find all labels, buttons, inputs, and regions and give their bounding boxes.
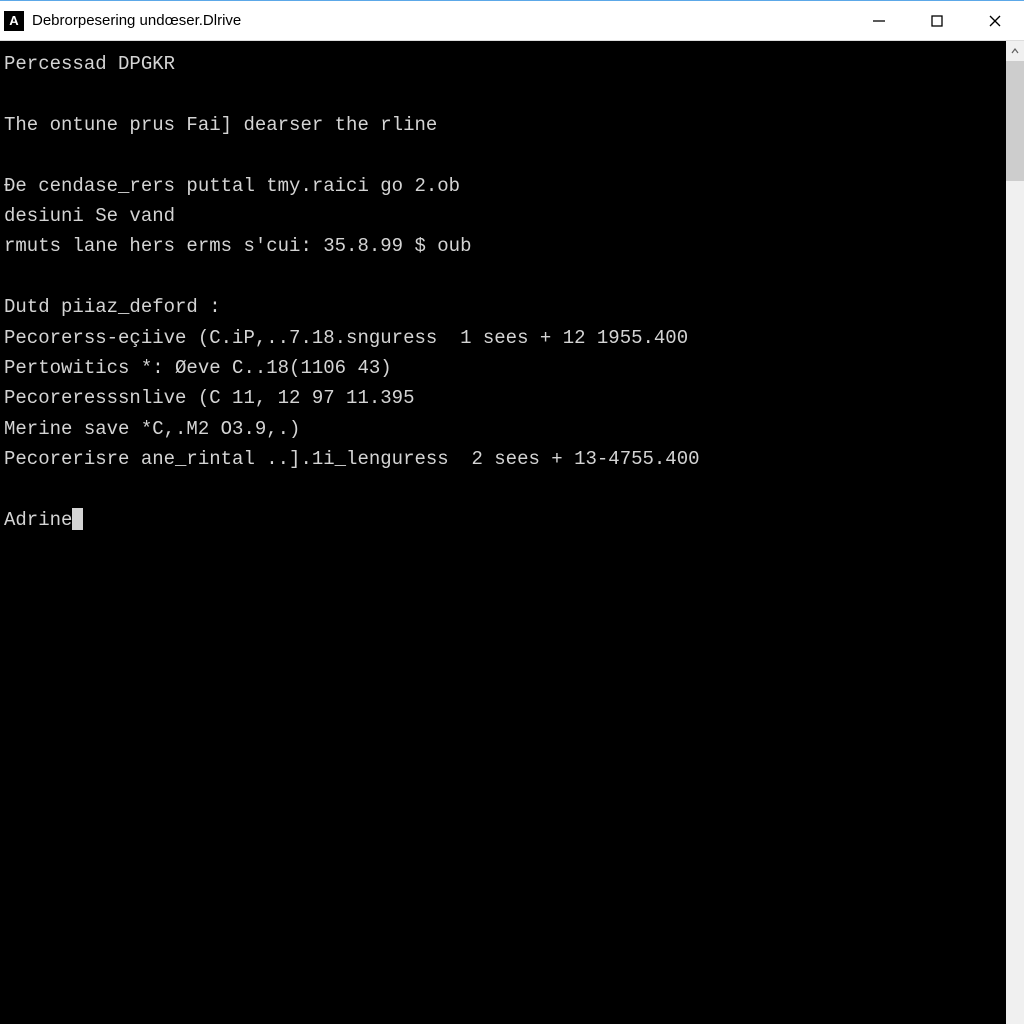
close-button[interactable]	[966, 1, 1024, 40]
terminal-line: Merine save *C,.M2 O3.9,.)	[4, 414, 1002, 444]
terminal-prompt: Adrine	[4, 509, 72, 531]
terminal-line	[4, 140, 1002, 170]
close-icon	[988, 14, 1002, 28]
scroll-thumb[interactable]	[1006, 61, 1024, 181]
terminal-line	[4, 79, 1002, 109]
terminal-line	[4, 474, 1002, 504]
maximize-button[interactable]	[908, 1, 966, 40]
minimize-button[interactable]	[850, 1, 908, 40]
terminal-line: Dutd piiaz_deford :	[4, 292, 1002, 322]
window-title: Debrorpesering undœser.Dlrive	[32, 12, 241, 29]
window-controls	[850, 1, 1024, 40]
terminal-line: Pecorerisre ane_rintal ..].1i_lenguress …	[4, 444, 1002, 474]
vertical-scrollbar[interactable]	[1006, 41, 1024, 1024]
app-window: A Debrorpesering undœser.Dlrive	[0, 0, 1024, 1024]
maximize-icon	[930, 14, 944, 28]
terminal-line: Pecorerss-eçiive (C.iP,..7.18.snguress 1…	[4, 323, 1002, 353]
terminal-line	[4, 262, 1002, 292]
app-icon: A	[4, 11, 24, 31]
minimize-icon	[872, 14, 886, 28]
terminal-line: Percessad DPGKR	[4, 49, 1002, 79]
terminal-line: rmuts lane hers erms s'cui: 35.8.99 $ ou…	[4, 231, 1002, 261]
terminal-cursor	[72, 508, 83, 530]
titlebar[interactable]: A Debrorpesering undœser.Dlrive	[0, 1, 1024, 41]
terminal-output[interactable]: Percessad DPGKR The ontune prus Fai] dear…	[0, 41, 1006, 1024]
terminal-prompt-line[interactable]: Adrine	[4, 505, 1002, 535]
scroll-up-button[interactable]	[1006, 41, 1024, 61]
terminal-line: Pertowitics *: Øeve C..18(1106 43)	[4, 353, 1002, 383]
terminal-line: desiuni Se vand	[4, 201, 1002, 231]
terminal-line: Pecoreresssnlive (C 11, 12 97 11.395	[4, 383, 1002, 413]
terminal-container: Percessad DPGKR The ontune prus Fai] dear…	[0, 41, 1024, 1024]
chevron-up-icon	[1011, 48, 1019, 54]
terminal-line: Đe cendase_rers puttal tmy.raici go 2.ob	[4, 171, 1002, 201]
terminal-line: The ontune prus Fai] dearser the rline	[4, 110, 1002, 140]
titlebar-left: A Debrorpesering undœser.Dlrive	[4, 11, 241, 31]
